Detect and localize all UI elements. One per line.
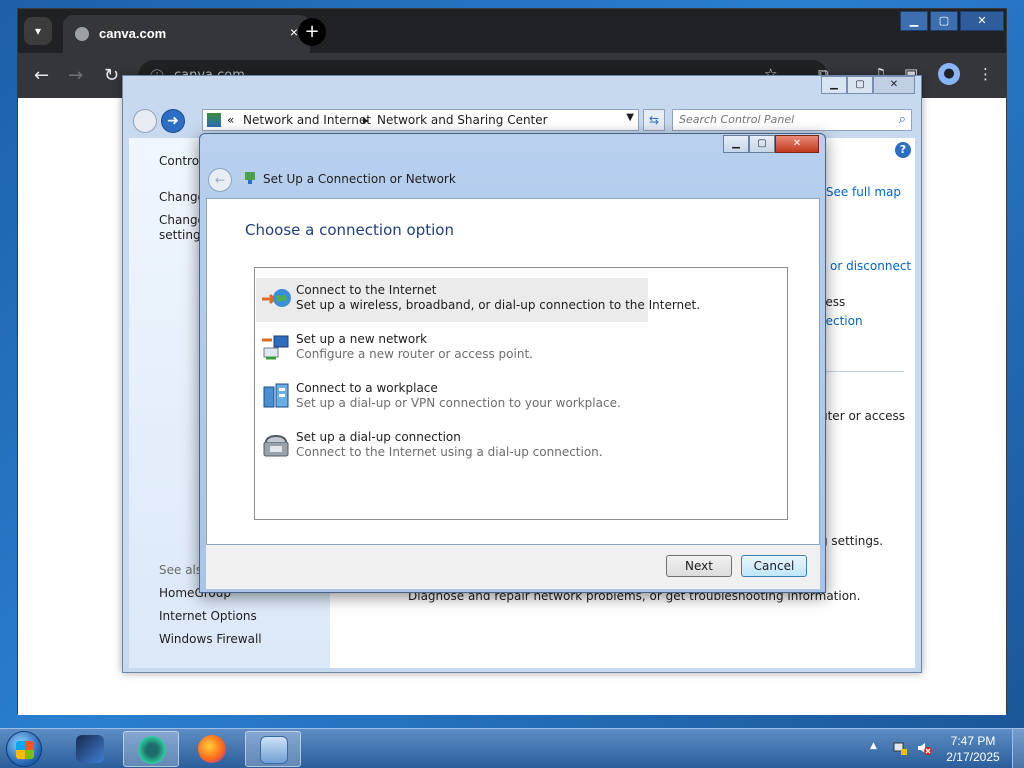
control-panel-icon	[207, 113, 221, 127]
firefox-icon	[198, 735, 226, 763]
dialog-back-button[interactable]: ←	[208, 168, 232, 192]
dialog-title: Set Up a Connection or Network	[263, 172, 456, 186]
dialog-heading: Choose a connection option	[245, 221, 454, 239]
show-hidden-icons-icon[interactable]: ▲	[870, 741, 877, 751]
chrome-window-controls: ▁ ▢ ✕	[900, 11, 1004, 31]
setup-connection-dialog: ▁ ▢ ✕ ← Set Up a Connection or Network C…	[199, 133, 826, 593]
control-panel-taskbar-icon	[260, 736, 288, 764]
workplace-icon	[263, 383, 289, 408]
explorer-forward-button[interactable]: ➜	[161, 109, 185, 133]
dialog-minimize-button[interactable]: ▁	[723, 135, 749, 153]
clock-time: 7:47 PM	[950, 734, 996, 748]
tab-close-icon[interactable]: ×	[290, 24, 298, 40]
explorer-refresh-button[interactable]: ⇆	[643, 109, 665, 131]
option-new-network[interactable]: Set up a new network Configure a new rou…	[256, 327, 648, 371]
address-dropdown-icon[interactable]: ▼	[626, 112, 634, 123]
globe-icon	[262, 289, 291, 307]
dialog-window-controls: ▁ ▢ ✕	[723, 135, 819, 153]
option-title: Connect to the Internet	[296, 283, 437, 297]
option-description: Set up a dial-up or VPN connection to yo…	[296, 396, 621, 410]
site-favicon-icon	[75, 27, 89, 41]
chrome-tab-bar: ▾ canva.com × + ▁ ▢ ✕	[18, 9, 1006, 53]
search-icon[interactable]: ⌕	[899, 112, 906, 127]
profile-avatar-icon[interactable]: ●	[938, 63, 960, 85]
browser-app-icon	[138, 736, 166, 764]
dialog-close-button[interactable]: ✕	[775, 135, 819, 153]
explorer-close-button[interactable]: ✕	[873, 76, 915, 94]
windows-logo-icon	[16, 741, 34, 759]
cancel-button[interactable]: Cancel	[741, 555, 807, 577]
back-button[interactable]: ←	[34, 65, 49, 86]
breadcrumb-overflow[interactable]: «	[227, 113, 234, 127]
tab-title: canva.com	[99, 26, 167, 41]
help-icon[interactable]: ?	[895, 142, 911, 158]
option-connect-internet[interactable]: Connect to the Internet Set up a wireles…	[256, 278, 700, 322]
breadcrumb-separator[interactable]: ▸	[363, 113, 369, 127]
search-input[interactable]	[679, 113, 884, 126]
network-wizard-icon	[245, 172, 255, 184]
phone-icon	[263, 435, 289, 457]
dialog-maximize-button[interactable]: ▢	[749, 135, 775, 153]
breadcrumb-network-sharing-center[interactable]: Network and Sharing Center	[377, 113, 548, 127]
chrome-menu-icon[interactable]: ⋮	[978, 65, 993, 83]
reload-button[interactable]: ↻	[104, 65, 119, 86]
explorer-address-bar[interactable]: « Network and Internet ▸ Network and Sha…	[202, 109, 639, 131]
network-tray-icon[interactable]	[892, 740, 908, 756]
dialog-body: Choose a connection option Connect to th…	[206, 198, 820, 545]
taskbar-clock[interactable]: 7:47 PM 2/17/2025	[942, 733, 1004, 765]
option-description: Connect to the Internet using a dial-up …	[296, 445, 603, 459]
sharing-settings-text: g settings.	[820, 534, 884, 548]
close-button[interactable]: ✕	[960, 11, 1004, 31]
new-tab-button[interactable]: +	[298, 18, 326, 46]
explorer-window-controls: ▁ ▢ ✕	[821, 76, 915, 94]
option-title: Set up a dial-up connection	[296, 430, 461, 444]
taskbar: ▲ 7:47 PM 2/17/2025	[0, 728, 1024, 768]
option-description: Set up a wireless, broadband, or dial-up…	[296, 298, 701, 312]
maximize-button[interactable]: ▢	[930, 11, 958, 31]
forward-button[interactable]: →	[68, 65, 83, 86]
option-title: Set up a new network	[296, 332, 428, 346]
taskbar-app-browser[interactable]	[123, 731, 179, 767]
dialog-footer: Next Cancel	[206, 545, 820, 589]
option-dial-up[interactable]: Set up a dial-up connection Connect to t…	[256, 425, 648, 469]
router-text: uter or access	[820, 409, 905, 423]
volume-muted-icon[interactable]	[916, 740, 932, 756]
clock-date: 2/17/2025	[946, 750, 1000, 764]
connection-options-list: Connect to the Internet Set up a wireles…	[254, 267, 788, 520]
show-desktop-button[interactable]	[1012, 729, 1024, 768]
start-button[interactable]	[6, 731, 42, 767]
network-icon	[262, 335, 289, 360]
video-editor-icon	[76, 735, 104, 763]
explorer-minimize-button[interactable]: ▁	[821, 76, 847, 94]
internet-options-link[interactable]: Internet Options	[159, 609, 257, 623]
option-title: Connect to a workplace	[296, 381, 438, 395]
breadcrumb-network-internet[interactable]: Network and Internet	[243, 113, 371, 127]
taskbar-app-control-panel[interactable]	[245, 731, 301, 767]
explorer-maximize-button[interactable]: ▢	[847, 76, 873, 94]
option-connect-workplace[interactable]: Connect to a workplace Set up a dial-up …	[256, 376, 648, 420]
windows-firewall-link[interactable]: Windows Firewall	[159, 632, 262, 646]
tab-search-button[interactable]: ▾	[24, 17, 52, 45]
browser-tab[interactable]: canva.com ×	[63, 15, 310, 53]
next-button[interactable]: Next	[666, 555, 732, 577]
see-full-map-link[interactable]: See full map	[826, 185, 901, 199]
taskbar-app-firefox[interactable]	[184, 731, 240, 767]
taskbar-app-editor[interactable]	[62, 731, 118, 767]
explorer-back-button[interactable]	[133, 109, 157, 133]
option-description: Configure a new router or access point.	[296, 347, 533, 361]
control-panel-search[interactable]: ⌕	[672, 109, 912, 131]
minimize-button[interactable]: ▁	[900, 11, 928, 31]
connect-disconnect-link[interactable]: or disconnect	[830, 259, 911, 273]
